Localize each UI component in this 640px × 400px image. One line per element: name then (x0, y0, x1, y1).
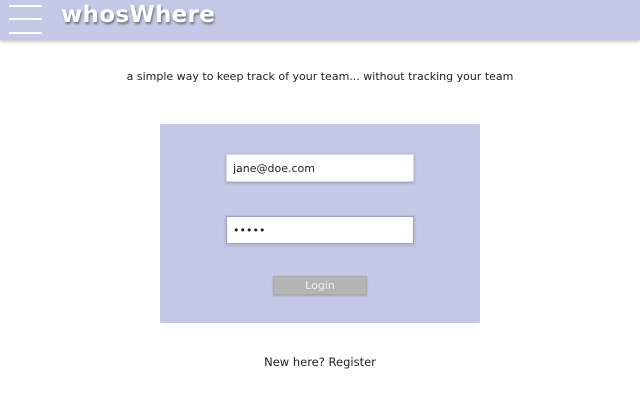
tagline: a simple way to keep track of your team.… (126, 70, 514, 83)
register-prompt: New here? Register (0, 355, 640, 369)
hamburger-line (9, 32, 42, 34)
register-prompt-text: New here? (264, 355, 325, 369)
login-button[interactable]: Login (273, 276, 367, 295)
brand-logo-text[interactable]: whosWhere (61, 2, 215, 28)
top-bar: whosWhere (0, 0, 640, 40)
hamburger-line (9, 5, 42, 7)
register-link[interactable]: Register (329, 355, 376, 369)
password-field[interactable] (226, 216, 414, 244)
email-field[interactable] (226, 154, 414, 182)
hamburger-line (9, 18, 42, 20)
login-panel: Login (160, 124, 480, 323)
hamburger-menu-icon[interactable] (9, 4, 42, 34)
